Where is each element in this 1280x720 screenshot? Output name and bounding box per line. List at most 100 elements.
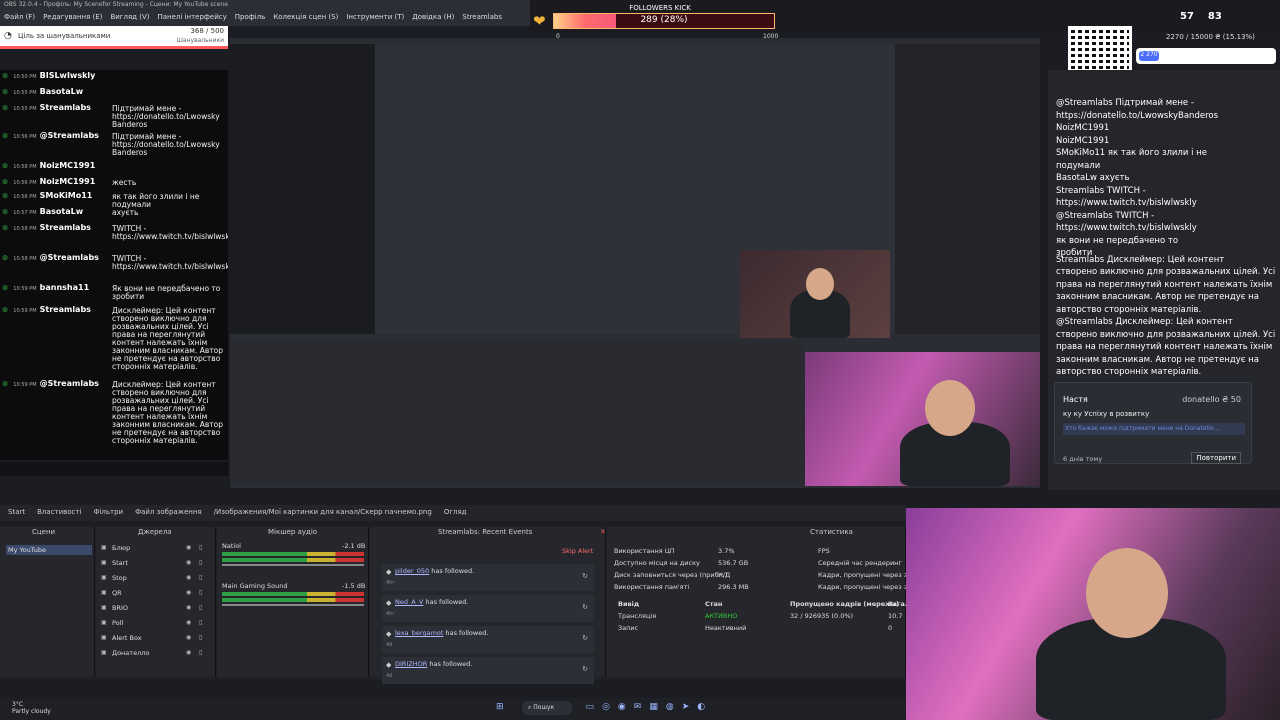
menu-item[interactable]: Файл (F): [4, 13, 35, 23]
replay-icon[interactable]: ↻: [582, 572, 588, 580]
chat-username: @Streamlabs: [39, 379, 99, 388]
replay-icon[interactable]: ↻: [582, 665, 588, 673]
weather-widget[interactable]: 3°C Partly cloudy: [12, 701, 51, 715]
visibility-icon[interactable]: ◉: [186, 604, 191, 611]
lock-icon[interactable]: ▯: [199, 544, 202, 551]
chat-text: ахуєть: [112, 208, 139, 217]
visibility-icon[interactable]: ◉: [186, 574, 191, 581]
mail-icon[interactable]: ✉: [634, 702, 642, 712]
menu-item[interactable]: Вигляд (V): [110, 13, 149, 23]
replay-icon[interactable]: ↻: [582, 603, 588, 611]
visibility-icon[interactable]: ◉: [186, 544, 191, 551]
chrome-icon[interactable]: ◍: [666, 702, 674, 712]
visibility-icon[interactable]: ◉: [186, 559, 191, 566]
edge-icon[interactable]: ◉: [618, 702, 626, 712]
menu-item[interactable]: Інструменти (T): [346, 13, 404, 23]
menu-item[interactable]: Довідка (H): [412, 13, 454, 23]
event-action: has followed.: [431, 567, 475, 575]
right-chat-line: авторство сторонніх матеріалів.: [1056, 304, 1202, 315]
visibility-icon[interactable]: ◉: [186, 619, 191, 626]
menu-item[interactable]: Панелі інтерфейсу: [157, 13, 226, 23]
event-item: ◆ pilder_050 has followed. 4hr ↻: [382, 564, 594, 591]
chat-message: ⊗ 10:59 PM @Streamlabs Дисклеймер: Цей конт…: [2, 380, 226, 445]
scene-item[interactable]: My YouTube: [6, 545, 92, 555]
chat-time: 10:56 PM: [13, 134, 37, 140]
windows-start-icon[interactable]: ⊞: [496, 702, 504, 712]
output-cell: 10.7: [888, 612, 903, 620]
chat-time: 10:57 PM: [13, 210, 37, 216]
right-chat-line: авторство сторонніх матеріалів.: [1056, 367, 1202, 377]
event-user[interactable]: DIRIZHOR: [395, 660, 427, 668]
taskbar-search[interactable]: ⌕ Пошук: [522, 701, 572, 715]
right-chat-line: https://donatello.to/LwowskyBanderos: [1056, 110, 1219, 121]
donation-message: ку ку Успіху в розвитку: [1063, 410, 1150, 418]
replay-icon[interactable]: ↻: [582, 634, 588, 642]
lock-icon[interactable]: ▯: [199, 559, 202, 566]
filters-button[interactable]: Фільтри: [93, 508, 123, 518]
sources-title: Джерела: [138, 528, 172, 536]
right-chat-line: законним власникам. Автор не претендує н…: [1056, 354, 1259, 365]
chat-username: BasotaLw: [39, 207, 84, 216]
source-icon: ▣: [101, 574, 107, 581]
visibility-icon[interactable]: ◉: [186, 634, 191, 641]
menu-item[interactable]: Streamlabs: [462, 13, 502, 23]
source-item[interactable]: Start: [112, 559, 128, 567]
browse-button[interactable]: Огляд: [444, 508, 467, 518]
skip-alert-button[interactable]: Skip Alert: [562, 547, 593, 555]
browser-icon[interactable]: ◎: [602, 702, 610, 712]
chat-message: ⊗ 10:56 PM @Streamlabs Підтримай мене - htt…: [2, 132, 226, 157]
audio-meter: [222, 592, 364, 596]
source-item[interactable]: Донателло: [112, 649, 149, 657]
stat-value: Н/Д: [718, 571, 731, 579]
lock-icon[interactable]: ▯: [199, 649, 202, 656]
donation-ago: 6 днів тому: [1063, 455, 1103, 463]
chat-footer: [0, 462, 228, 476]
event-item: ◆ lexa_bergamot has followed. 4d ↻: [382, 626, 594, 653]
volume-slider[interactable]: [222, 604, 364, 606]
file-path: /Изображения/Мої картинки для канал/Скер…: [213, 508, 432, 516]
source-item[interactable]: Alert Box: [112, 634, 142, 642]
menu-item[interactable]: Колекція сцен (S): [273, 13, 338, 23]
source-item[interactable]: QR: [112, 589, 122, 597]
source-item[interactable]: Poll: [112, 619, 123, 627]
obs-icon[interactable]: ◐: [697, 702, 705, 712]
stat-right-label: FPS: [818, 547, 830, 555]
user-icon: ⊗: [2, 177, 9, 186]
menu-item[interactable]: Профіль: [235, 13, 266, 23]
subscriber-goal-count: 368 / 500: [190, 27, 224, 35]
folder-icon[interactable]: ▭: [586, 702, 595, 712]
lock-icon[interactable]: ▯: [199, 604, 202, 611]
visibility-icon[interactable]: ◉: [186, 649, 191, 656]
output-header: Стан: [705, 600, 723, 608]
visibility-icon[interactable]: ◉: [186, 589, 191, 596]
store-icon[interactable]: ▦: [649, 702, 658, 712]
event-user[interactable]: lexa_bergamot: [395, 629, 443, 637]
properties-button[interactable]: Властивості: [37, 508, 81, 518]
telegram-icon[interactable]: ➤: [682, 702, 690, 712]
source-item[interactable]: BRIO: [112, 604, 128, 612]
lock-icon[interactable]: ▯: [199, 619, 202, 626]
lock-icon[interactable]: ▯: [199, 574, 202, 581]
source-item[interactable]: Stop: [112, 574, 127, 582]
source-item[interactable]: Блюр: [112, 544, 130, 552]
volume-slider[interactable]: [222, 564, 364, 566]
repeat-button[interactable]: Повторити: [1191, 452, 1241, 464]
chat-username: @Streamlabs: [39, 253, 99, 262]
events-close-icon[interactable]: ✕: [600, 528, 606, 536]
event-item: ◆ Ned_A_V has followed. 4hr ↻: [382, 595, 594, 622]
menu-bar: Файл (F) Редагування (E) Вигляд (V) Панелі …: [0, 10, 530, 26]
event-action: has followed.: [445, 629, 489, 637]
event-user[interactable]: Ned_A_V: [395, 598, 423, 606]
right-chat-line: права на переглянутий контент належать ї…: [1056, 279, 1273, 290]
menu-item[interactable]: Редагування (E): [43, 13, 102, 23]
chat-time: 10:58 PM: [13, 256, 37, 262]
lock-icon[interactable]: ▯: [199, 589, 202, 596]
right-chat-line: BasotaLw ахуєть: [1056, 173, 1130, 183]
right-chat-line: як вони не передбачено то: [1056, 235, 1179, 246]
chat-message: ⊗ 10:56 PM SMoKiMo11 як так його злили і не…: [2, 192, 226, 209]
lock-icon[interactable]: ▯: [199, 634, 202, 641]
source-icon: ▣: [101, 544, 107, 551]
event-user[interactable]: pilder_050: [395, 567, 429, 575]
chat-text: Дисклеймер: Цей контент створено виключн…: [112, 306, 223, 371]
person-head: [806, 268, 834, 300]
